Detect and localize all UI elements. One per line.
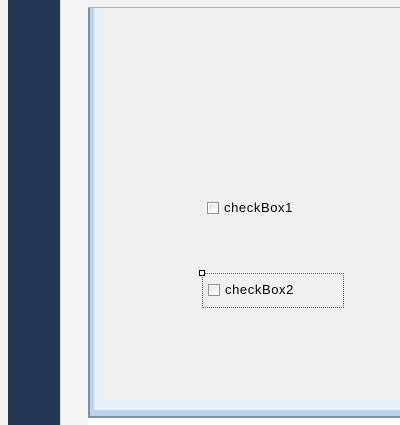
selection-outline[interactable]: checkBox2: [199, 270, 344, 308]
toolbox-panel: [8, 0, 60, 425]
checkbox-checkbox2[interactable]: checkBox2: [208, 282, 294, 297]
left-rail: [0, 0, 8, 425]
checkbox-label: checkBox2: [225, 282, 294, 297]
checkbox-box[interactable]: [207, 201, 219, 214]
designer-gutter: [60, 0, 89, 425]
checkbox-checkbox1[interactable]: checkBox1: [207, 200, 293, 215]
checkbox-box[interactable]: [208, 283, 220, 296]
form-client-area[interactable]: checkBox1 checkBox2: [104, 0, 400, 400]
designer-surface: checkBox1 checkBox2: [88, 0, 400, 425]
selection-grip-handle[interactable]: [199, 270, 205, 276]
form-top-edge: [88, 0, 400, 8]
form-window-frame[interactable]: checkBox1 checkBox2: [88, 0, 400, 418]
form-inner-border: checkBox1 checkBox2: [94, 0, 400, 410]
checkbox-label: checkBox1: [224, 200, 293, 215]
